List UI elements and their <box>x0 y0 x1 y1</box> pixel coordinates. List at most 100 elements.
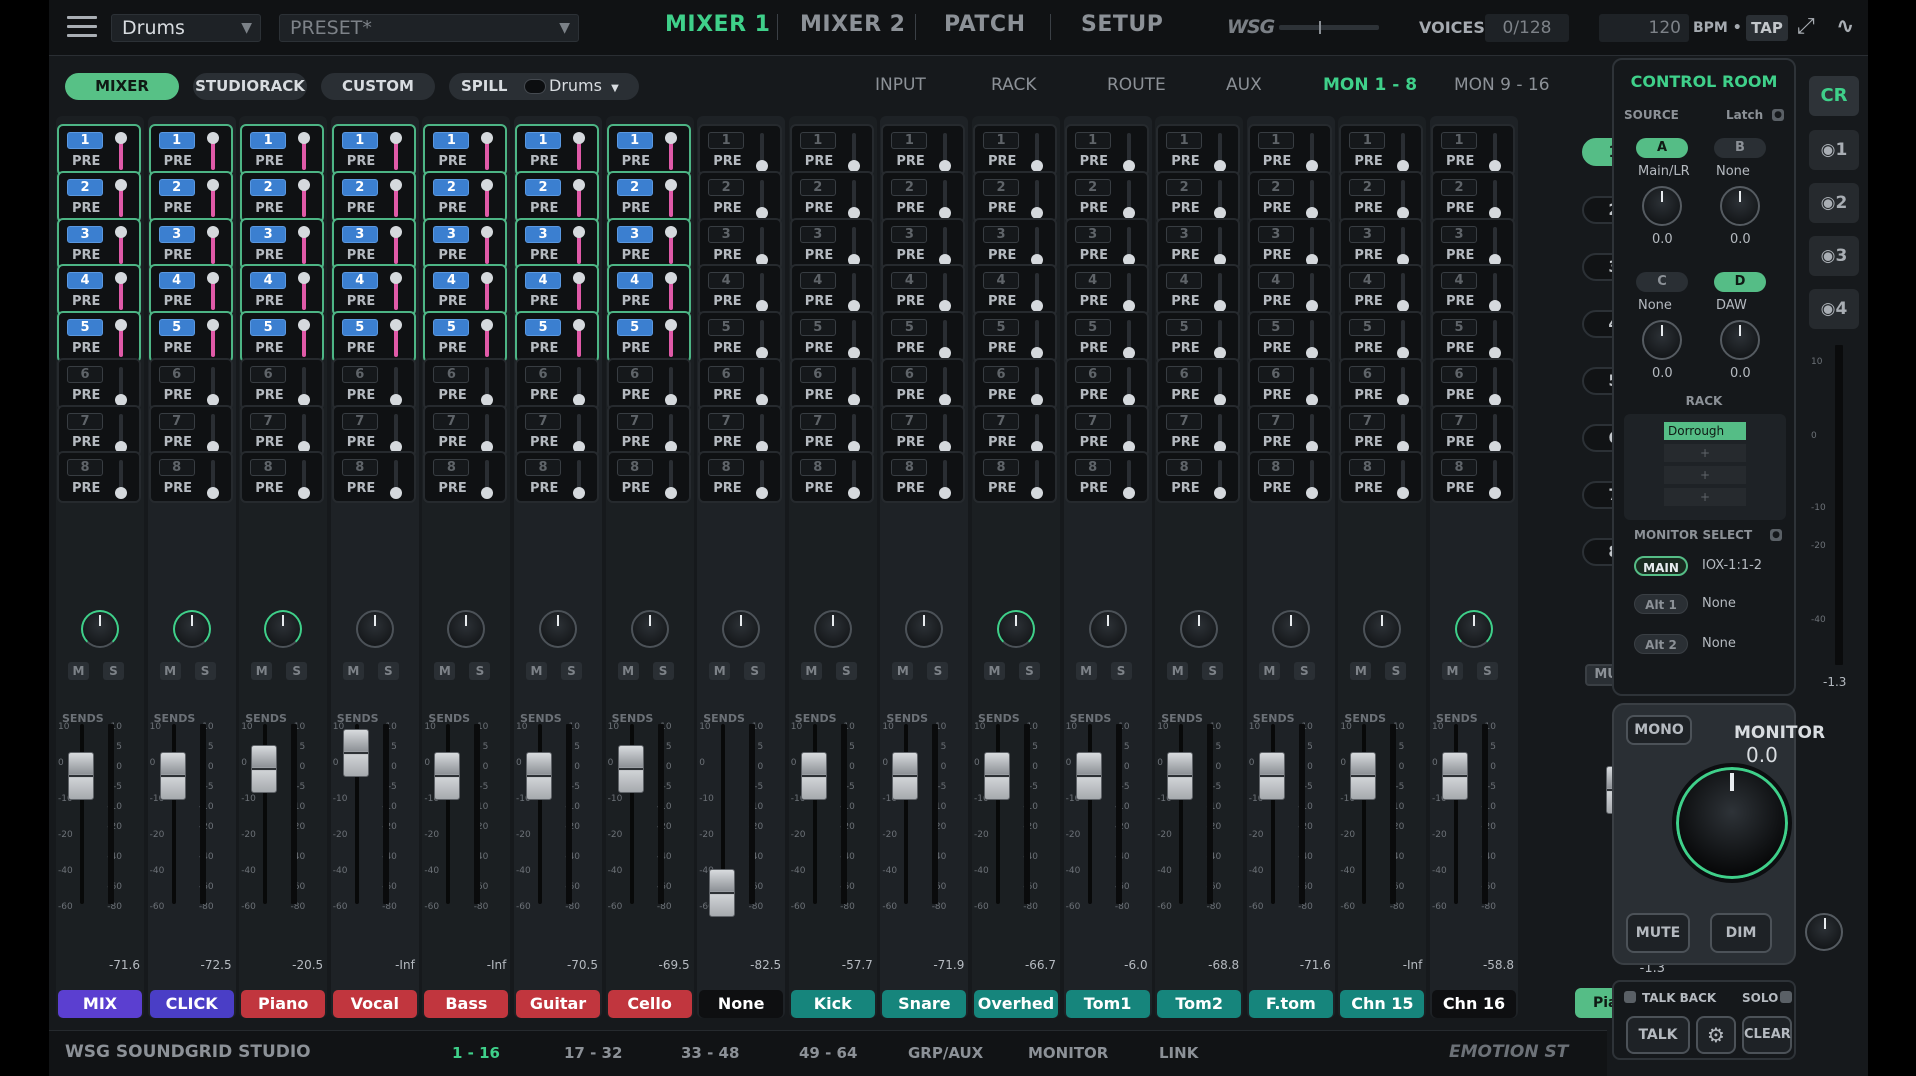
channel-name-button[interactable]: Bass <box>424 990 509 1018</box>
pre-label[interactable]: PRE <box>622 201 650 216</box>
solo-button[interactable]: S <box>377 662 399 680</box>
send-slot[interactable]: 3 PRE <box>331 218 416 270</box>
send-number[interactable]: 3 <box>891 226 928 243</box>
send-slot[interactable]: 1 PRE <box>973 124 1057 176</box>
pre-label[interactable]: PRE <box>896 481 924 496</box>
pre-label[interactable]: PRE <box>622 481 650 496</box>
send-number[interactable]: 2 <box>1257 179 1294 196</box>
pre-label[interactable]: PRE <box>896 388 924 403</box>
send-slot[interactable]: 6 PRE <box>698 358 783 410</box>
pre-label[interactable]: PRE <box>622 154 650 169</box>
send-slot[interactable]: 6 PRE <box>789 358 874 410</box>
channel-name-button[interactable]: MIX <box>58 990 142 1018</box>
pre-label[interactable]: PRE <box>347 248 375 263</box>
pre-label[interactable]: PRE <box>255 481 283 496</box>
send-number[interactable]: 1 <box>1074 132 1111 149</box>
pan-knob[interactable] <box>539 610 577 648</box>
send-slot[interactable]: 7 PRE <box>698 405 783 457</box>
send-number[interactable]: 1 <box>1257 132 1294 149</box>
send-number[interactable]: 7 <box>616 413 653 430</box>
send-slot[interactable]: 3 PRE <box>1431 218 1515 270</box>
pre-label[interactable]: PRE <box>805 388 833 403</box>
send-level-handle[interactable] <box>481 132 494 144</box>
send-number[interactable]: 8 <box>1166 459 1203 476</box>
lock-icon[interactable]: ● <box>1772 109 1784 121</box>
send-slot[interactable]: 8 PRE <box>1247 451 1332 503</box>
send-slot[interactable]: 6 PRE <box>148 358 233 410</box>
send-slot[interactable]: 6 PRE <box>57 358 141 410</box>
send-number[interactable]: 4 <box>1166 272 1203 289</box>
send-slot[interactable]: 8 PRE <box>240 451 325 503</box>
send-number[interactable]: 5 <box>341 319 378 336</box>
pre-label[interactable]: PRE <box>1446 435 1474 450</box>
channel-fader[interactable] <box>892 751 919 800</box>
send-number[interactable]: 7 <box>250 413 287 430</box>
send-number[interactable]: 7 <box>67 413 103 430</box>
mute-button[interactable]: M <box>984 662 1005 680</box>
send-number[interactable]: 7 <box>341 413 378 430</box>
send-number[interactable]: 8 <box>1074 459 1111 476</box>
mute-button[interactable]: M <box>617 662 639 680</box>
send-slot[interactable]: 6 PRE <box>331 358 416 410</box>
send-level-handle[interactable] <box>206 226 219 238</box>
send-slot[interactable]: 3 PRE <box>789 218 874 270</box>
pre-label[interactable]: PRE <box>438 388 466 403</box>
send-slot[interactable]: 4 PRE <box>881 264 966 316</box>
pre-label[interactable]: PRE <box>1080 481 1108 496</box>
send-level-handle[interactable] <box>481 487 494 499</box>
pre-label[interactable]: PRE <box>713 248 741 263</box>
send-level-handle[interactable] <box>389 179 402 191</box>
send-number[interactable]: 6 <box>433 366 470 383</box>
send-number[interactable]: 4 <box>341 272 378 289</box>
pre-label[interactable]: PRE <box>438 248 466 263</box>
send-slot[interactable]: 4 PRE <box>1339 264 1424 316</box>
send-slot[interactable]: 7 PRE <box>331 405 416 457</box>
send-slot[interactable]: 3 PRE <box>698 218 783 270</box>
send-number[interactable]: 5 <box>891 319 928 336</box>
pre-label[interactable]: PRE <box>896 201 924 216</box>
pre-label[interactable]: PRE <box>72 248 100 263</box>
gear-icon[interactable]: ⚙ <box>1696 1016 1736 1054</box>
send-level-handle[interactable] <box>115 319 127 331</box>
send-number[interactable]: 3 <box>1441 226 1477 243</box>
send-number[interactable]: 4 <box>1074 272 1111 289</box>
send-number[interactable]: 5 <box>983 319 1019 336</box>
solo-button[interactable]: S <box>561 662 582 680</box>
source-a-button[interactable]: A <box>1636 138 1688 158</box>
send-level-handle[interactable] <box>573 226 585 238</box>
channel-fader[interactable] <box>1258 751 1285 800</box>
send-slot[interactable]: 4 PRE <box>1431 264 1515 316</box>
send-level-handle[interactable] <box>1122 487 1135 499</box>
mute-button[interactable]: M <box>342 662 364 680</box>
mute-button[interactable]: M <box>800 662 822 680</box>
mute-button[interactable]: M <box>1350 662 1372 680</box>
send-slot[interactable]: 3 PRE <box>1339 218 1424 270</box>
send-slot[interactable]: 6 PRE <box>515 358 599 410</box>
pre-label[interactable]: PRE <box>1354 435 1382 450</box>
send-level-handle[interactable] <box>1397 487 1410 499</box>
send-slot[interactable]: 7 PRE <box>240 405 325 457</box>
send-slot[interactable]: 3 PRE <box>148 218 233 270</box>
pre-label[interactable]: PRE <box>713 201 741 216</box>
bank-33-48[interactable]: 33 - 48 <box>681 1044 739 1062</box>
send-slot[interactable]: 5 PRE <box>1339 311 1424 363</box>
pre-label[interactable]: PRE <box>72 201 100 216</box>
send-slot[interactable]: 1 PRE <box>515 124 599 176</box>
send-number[interactable]: 2 <box>799 179 836 196</box>
send-level-handle[interactable] <box>573 319 585 331</box>
channel-name-button[interactable]: F.tom <box>1248 990 1333 1018</box>
send-number[interactable]: 3 <box>250 226 287 243</box>
send-slot[interactable]: 2 PRE <box>57 171 141 223</box>
pre-label[interactable]: PRE <box>896 154 924 169</box>
send-number[interactable]: 2 <box>1349 179 1386 196</box>
send-slot[interactable]: 3 PRE <box>1064 218 1149 270</box>
send-slot[interactable]: 1 PRE <box>1064 124 1149 176</box>
channel-fader[interactable] <box>68 751 94 800</box>
rack-add-slot[interactable]: + <box>1664 488 1746 506</box>
send-number[interactable]: 3 <box>158 226 195 243</box>
channel-fader[interactable] <box>1350 751 1377 800</box>
send-slot[interactable]: 6 PRE <box>1431 358 1515 410</box>
send-number[interactable]: 2 <box>158 179 195 196</box>
bank-17-32[interactable]: 17 - 32 <box>564 1044 622 1062</box>
rack-add-slot[interactable]: + <box>1664 444 1746 462</box>
